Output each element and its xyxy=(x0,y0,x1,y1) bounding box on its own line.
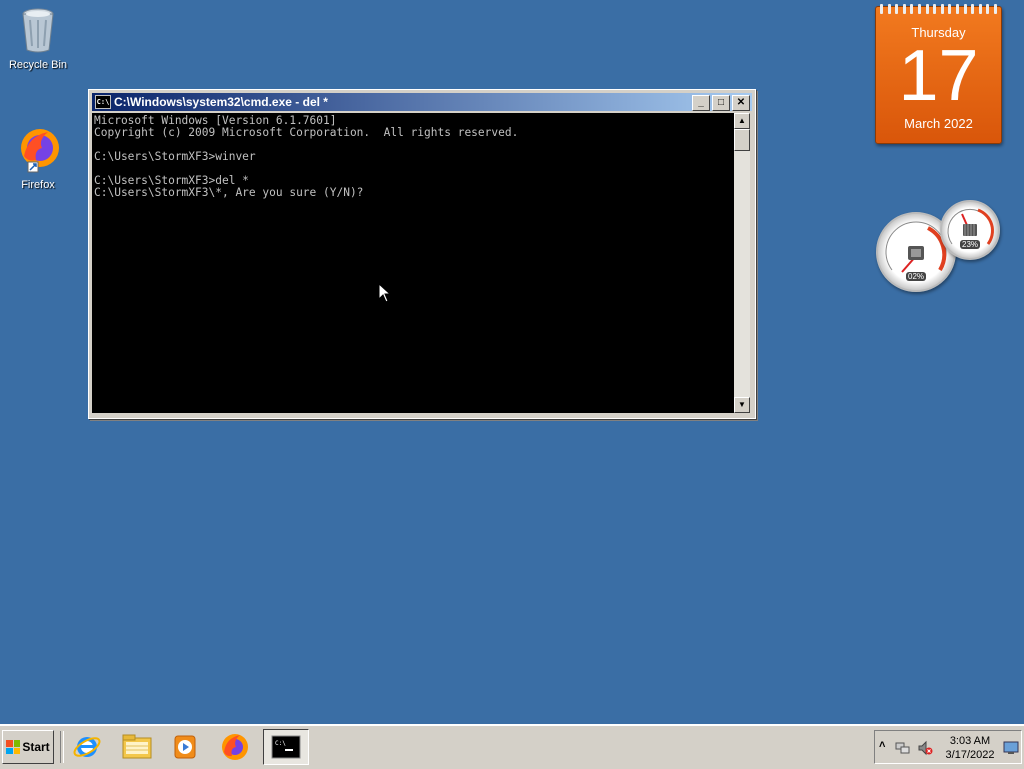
cmd-window[interactable]: C:\ C:\Windows\system32\cmd.exe - del * … xyxy=(88,89,756,419)
calendar-rings xyxy=(880,4,997,14)
minimize-button[interactable]: _ xyxy=(692,95,710,111)
desktop-icon-recycle-bin[interactable]: Recycle Bin xyxy=(0,6,76,71)
cpu-meter-gadget[interactable]: 02% 23% xyxy=(874,198,1002,296)
maximize-button[interactable]: □ xyxy=(712,95,730,111)
memory-percent: 23% xyxy=(960,240,981,249)
clock-time: 3:03 AM xyxy=(949,735,991,747)
taskbar-internet-explorer[interactable] xyxy=(70,730,104,764)
windows-logo-icon xyxy=(6,740,21,754)
console-line: Copyright (c) 2009 Microsoft Corporation… xyxy=(94,126,519,139)
system-tray: ˄ 3:03 AM 3/17/2022 xyxy=(874,730,1022,764)
firefox-icon xyxy=(222,734,248,760)
close-button[interactable]: ✕ xyxy=(732,95,750,111)
start-label: Start xyxy=(22,740,50,754)
firefox-icon xyxy=(21,129,59,173)
windows-explorer-icon xyxy=(122,734,152,759)
svg-text:C:\: C:\ xyxy=(275,740,286,747)
scroll-down-button[interactable]: ▼ xyxy=(734,397,750,413)
cmd-titlebar[interactable]: C:\ C:\Windows\system32\cmd.exe - del * … xyxy=(92,93,752,111)
cmd-app-icon: C:\ xyxy=(95,95,111,109)
recycle-bin-label: Recycle Bin xyxy=(8,59,68,71)
console-line: C:\Users\StormXF3>winver xyxy=(94,150,256,163)
memory-gauge: 23% xyxy=(940,200,1000,260)
mouse-cursor-icon xyxy=(378,283,390,303)
show-desktop-icon[interactable] xyxy=(1003,741,1019,755)
calendar-day-number: 17 xyxy=(898,36,979,116)
media-player-icon xyxy=(174,735,196,759)
recycle-bin-icon xyxy=(22,8,54,53)
taskbar-windows-explorer[interactable] xyxy=(120,730,154,764)
start-button[interactable]: Start xyxy=(2,730,54,764)
cmd-icon: C:\ xyxy=(271,735,301,759)
taskbar-cmd[interactable]: C:\ xyxy=(263,729,309,765)
console-line: C:\Users\StormXF3\*, Are you sure (Y/N)? xyxy=(94,186,364,199)
console-output[interactable]: Microsoft Windows [Version 6.1.7601] Copy… xyxy=(92,113,734,413)
cpu-percent: 02% xyxy=(906,272,927,281)
vertical-scrollbar[interactable]: ▲ ▼ xyxy=(734,113,750,413)
network-icon[interactable] xyxy=(895,740,911,756)
taskbar-separator xyxy=(60,731,64,763)
scroll-thumb[interactable] xyxy=(734,129,750,151)
taskbar-media-player[interactable] xyxy=(168,730,202,764)
show-hidden-icons-button[interactable]: ˄ xyxy=(879,739,885,751)
firefox-label: Firefox xyxy=(21,179,55,191)
clock-date: 3/17/2022 xyxy=(945,749,995,761)
calendar-month-year: March 2022 xyxy=(904,116,973,131)
cmd-window-title: C:\Windows\system32\cmd.exe - del * xyxy=(114,95,328,109)
scroll-up-button[interactable]: ▲ xyxy=(734,113,750,129)
taskbar: Start C:\ ˄ 3:03 AM 3/17/2022 xyxy=(0,724,1024,769)
volume-muted-icon[interactable] xyxy=(917,740,933,756)
internet-explorer-icon xyxy=(73,737,101,757)
calendar-gadget[interactable]: Thursday 17 March 2022 xyxy=(875,4,1002,144)
taskbar-firefox[interactable] xyxy=(218,730,252,764)
tray-clock[interactable]: 3:03 AM 3/17/2022 xyxy=(937,734,1003,762)
desktop-icon-firefox[interactable]: Firefox xyxy=(0,126,76,191)
